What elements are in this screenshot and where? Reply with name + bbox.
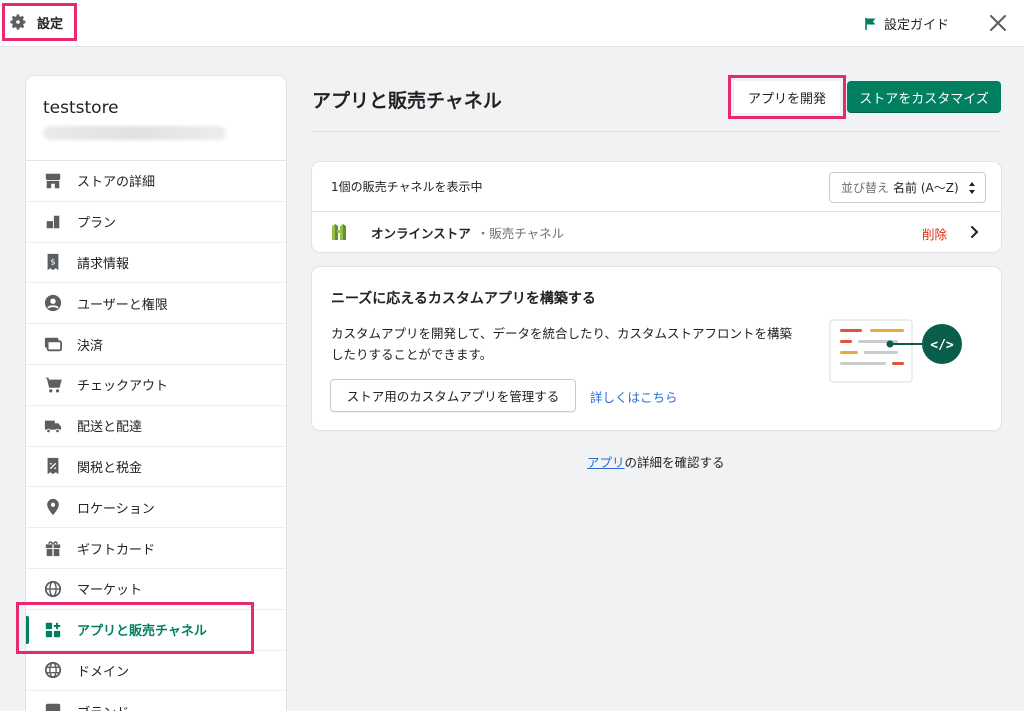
header-divider [312,131,1001,132]
custom-app-heading: ニーズに応えるカスタムアプリを構築する [331,291,596,307]
delete-channel-button[interactable]: 削除 [922,224,947,243]
footer-rest: の詳細を確認する [624,455,725,470]
svg-text:</>: </> [930,338,954,353]
sidebar-item-gift-cards[interactable]: ギフトカード [26,528,286,569]
apps-link[interactable]: アプリ [587,455,625,470]
sort-select[interactable]: 並び替え 名前 (A〜Z) [829,172,986,203]
custom-app-description: カスタムアプリを開発して、データを統合したり、カスタムストアフロントを構築したり… [331,326,793,362]
apps-icon [45,622,61,637]
location-icon [47,499,59,516]
sidebar-item-domains[interactable]: ドメイン [26,651,286,692]
custom-app-illustration: </> [829,319,962,383]
payment-icon [44,337,62,352]
brand-icon [45,704,61,711]
sidebar-item-payments[interactable]: 決済 [26,324,286,365]
sidebar-item-locations[interactable]: ロケーション [26,487,286,529]
sidebar-item-label: マーケット [77,583,143,599]
settings-header: 設定 [2,3,77,41]
cart-icon [44,377,62,393]
store-name: teststore [43,98,119,118]
top-bar: 設定 設定ガイド [0,0,1024,47]
footer-text: アプリの詳細を確認する [587,452,725,471]
learn-more-link[interactable]: 詳しくはこちら [590,387,678,406]
channel-row-online-store[interactable]: オンラインストア ・販売チャネル 削除 [312,212,1001,252]
setup-guide-label: 設定ガイド [884,18,950,33]
sidebar-item-label: ロケーション [77,501,155,517]
sidebar-item-store-details[interactable]: ストアの詳細 [26,161,286,202]
sidebar-item-label: 配送と配達 [77,420,143,436]
sidebar-item-label: ギフトカード [77,542,156,558]
chevron-right-icon[interactable] [968,225,980,239]
svg-text:$: $ [50,257,55,267]
settings-sidebar: teststore ストアの詳細 プラン $ 請求情報 ユーザーと権限 決済 チ… [26,76,286,711]
user-icon [44,295,62,312]
channel-type: ・販売チャネル [476,225,565,241]
sidebar-item-apps-channels[interactable]: アプリと販売チャネル [26,610,286,651]
sidebar-item-plan[interactable]: プラン [26,202,286,243]
truck-icon [44,420,62,433]
sidebar-item-label: ブランド [77,702,129,711]
sidebar-item-label: チェックアウト [77,379,169,395]
manage-custom-apps-button[interactable]: ストア用のカスタムアプリを管理する [330,379,576,412]
sidebar-item-label: ユーザーと権限 [77,297,168,313]
sidebar-item-checkout[interactable]: チェックアウト [26,365,286,406]
store-header: teststore [26,76,286,161]
store-icon [45,173,61,189]
sidebar-item-label: アプリと販売チャネル [77,624,207,640]
flag-icon [865,17,876,30]
page-title: アプリと販売チャネル [312,90,502,112]
blurred-email [43,126,226,140]
develop-apps-button[interactable]: アプリを開発 [734,81,840,113]
sidebar-item-label: ストアの詳細 [77,175,156,191]
setup-guide-link[interactable]: 設定ガイド [864,14,949,33]
sidebar-item-markets[interactable]: マーケット [26,569,286,610]
sidebar-item-label: プラン [77,216,117,232]
sidebar-item-shipping[interactable]: 配送と配達 [26,406,286,447]
sidebar-item-billing[interactable]: $ 請求情報 [26,243,286,284]
sort-arrows-icon [969,182,975,194]
gift-icon [45,541,61,557]
plan-icon [46,215,60,228]
sales-channels-card: 1個の販売チャネルを表示中 並び替え 名前 (A〜Z) オンラインストア ・販売… [312,162,1001,252]
sidebar-item-label: 決済 [77,338,104,354]
sidebar-item-label: 請求情報 [77,256,130,272]
domain-icon [44,662,62,679]
sort-value: 名前 (A〜Z) [893,181,959,195]
online-store-icon [332,224,346,240]
sidebar-item-taxes[interactable]: 関税と税金 [26,447,286,488]
sort-prefix: 並び替え [841,181,890,195]
billing-icon: $ [47,254,59,271]
close-icon[interactable] [988,13,1008,33]
sidebar-item-label: ドメイン [77,664,130,680]
channels-header: 1個の販売チャネルを表示中 並び替え 名前 (A〜Z) [312,162,1001,212]
custom-app-card: ニーズに応えるカスタムアプリを構築する カスタムアプリを開発して、データを統合し… [312,267,1001,430]
sidebar-item-brand[interactable]: ブランド [26,691,286,711]
customize-store-button[interactable]: ストアをカスタマイズ [847,81,1001,113]
globe-icon [44,580,62,597]
gear-icon [10,14,26,30]
channel-name: オンラインストア [371,225,471,241]
tax-icon [47,458,59,475]
sidebar-item-users[interactable]: ユーザーと権限 [26,283,286,325]
sidebar-item-label: 関税と税金 [77,460,143,476]
channel-count: 1個の販売チャネルを表示中 [331,180,483,194]
settings-title: 設定 [37,16,64,32]
